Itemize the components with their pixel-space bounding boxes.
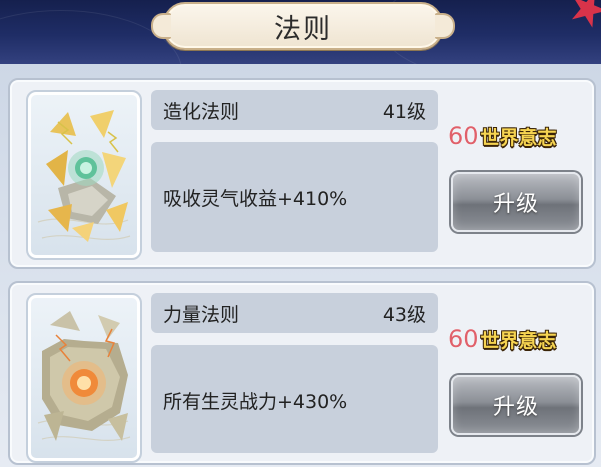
cost-amount: 60 (448, 325, 479, 353)
upgrade-button-label: 升级 (492, 192, 539, 217)
law-level: 41级 (382, 101, 426, 123)
cost-amount: 60 (448, 122, 479, 150)
jade-rune-crystal-icon (26, 90, 142, 260)
upgrade-button-label: 升级 (492, 395, 539, 420)
law-effect-box: 所有生灵战力+430% (151, 345, 438, 453)
law-name: 力量法则 (163, 304, 240, 326)
cost-currency: 世界意志 (480, 330, 557, 352)
law-effect: 吸收灵气收益+410% (163, 188, 348, 210)
upgrade-cost: 60 世界意志 (448, 325, 588, 353)
law-card: 造化法则 41级 吸收灵气收益+410% 60 世界意志 升级 (8, 78, 596, 269)
law-effect: 所有生灵战力+430% (163, 391, 348, 413)
title-plate-left-ornament (151, 13, 171, 39)
law-name-bar: 造化法则 41级 (151, 90, 438, 130)
law-effect-box: 吸收灵气收益+410% (151, 142, 438, 252)
law-card: 力量法则 43级 所有生灵战力+430% 60 世界意志 升级 (8, 281, 596, 465)
law-name-bar: 力量法则 43级 (151, 293, 438, 333)
upgrade-button[interactable]: 升级 (451, 375, 581, 435)
law-level: 43级 (382, 304, 426, 326)
cost-currency: 世界意志 (480, 127, 557, 149)
fire-rune-rock-icon (26, 293, 142, 463)
title-plate: 法则 (151, 2, 455, 50)
upgrade-cost: 60 世界意志 (448, 122, 588, 150)
law-name: 造化法则 (163, 101, 240, 123)
upgrade-button[interactable]: 升级 (451, 172, 581, 232)
page-title: 法则 (274, 13, 332, 45)
